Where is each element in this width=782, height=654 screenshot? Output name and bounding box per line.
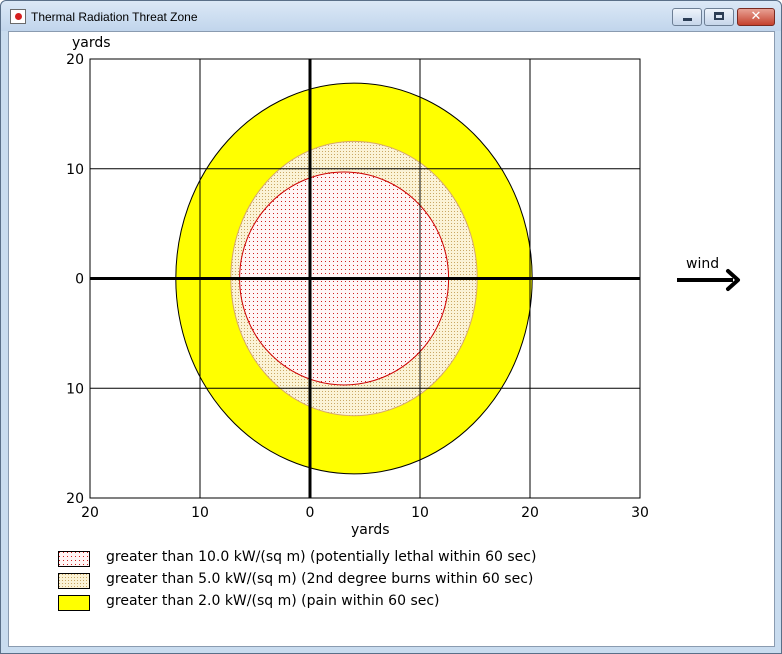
legend-swatch-yellow: [58, 595, 90, 611]
x-axis-title: yards: [351, 522, 390, 538]
wind-indicator: wind: [677, 256, 740, 291]
legend-text-pain: greater than 2.0 kW/(sq m) (pain within …: [106, 593, 440, 609]
x-tick-label: 20: [81, 505, 99, 521]
y-axis-title: yards: [72, 35, 111, 51]
wind-label: wind: [686, 256, 719, 272]
y-tick-label: 10: [66, 162, 84, 178]
y-tick-label: 20: [66, 491, 84, 507]
legend-swatch-dots: [58, 573, 90, 589]
x-tick-label: 10: [411, 505, 429, 521]
y-tick-label: 10: [66, 381, 84, 397]
y-tick-label: 20: [66, 52, 84, 68]
x-tick-label: 10: [191, 505, 209, 521]
legend-text-burns: greater than 5.0 kW/(sq m) (2nd degree b…: [106, 571, 534, 587]
x-tick-label: 0: [306, 505, 315, 521]
legend-text-lethal: greater than 10.0 kW/(sq m) (potentially…: [106, 549, 537, 565]
x-tick-label: 20: [521, 505, 539, 521]
legend-swatch-red-dots: [58, 551, 90, 567]
y-tick-label: 0: [75, 272, 84, 288]
x-tick-label: 30: [631, 505, 649, 521]
